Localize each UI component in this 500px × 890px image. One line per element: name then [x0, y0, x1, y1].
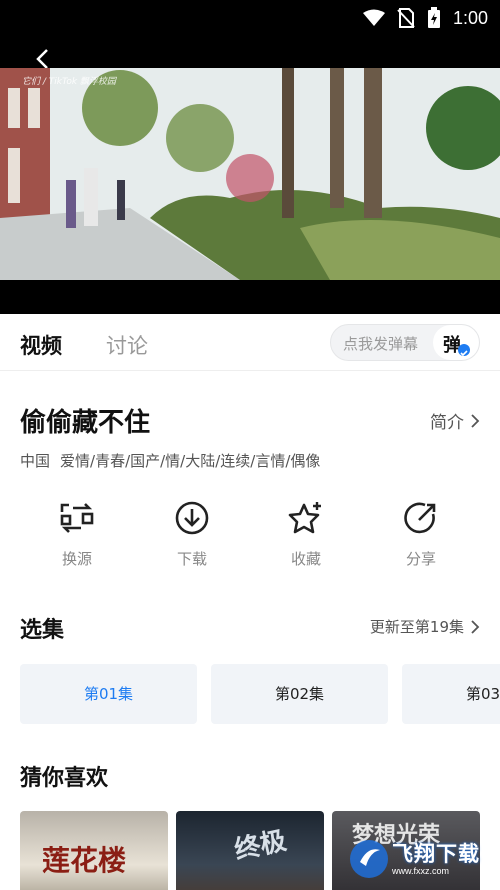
battery-charging-icon	[427, 7, 440, 28]
download-icon	[175, 501, 209, 535]
share-button[interactable]: 分享	[376, 500, 466, 569]
share-label: 分享	[405, 550, 436, 568]
chevron-right-icon	[471, 619, 480, 634]
favorite-label: 收藏	[290, 550, 321, 568]
show-tags: 中国 爱情/青春/国产/情/大陆/连续/言情/偶像	[20, 450, 320, 471]
watermark-url: www.fxxz.com	[392, 866, 450, 876]
chevron-right-icon	[471, 413, 480, 428]
tab-video[interactable]: 视频	[20, 330, 62, 360]
video-scene	[0, 68, 500, 280]
intro-link-label: 简介	[430, 413, 464, 433]
tab-bar: 视频 讨论 点我发弹幕 弹	[0, 314, 500, 371]
switch-source-button[interactable]: 换源	[32, 500, 122, 569]
switch-source-icon	[60, 503, 94, 533]
show-title: 偷偷藏不住	[20, 408, 151, 438]
no-sim-icon	[397, 8, 415, 28]
watermark-text: 飞翔下载	[392, 842, 480, 866]
switch-source-label: 换源	[61, 550, 92, 568]
watermark: 飞翔下载 www.fxxz.com	[348, 836, 493, 884]
danmaku-toggle-button[interactable]: 弹	[433, 325, 479, 360]
tab-discuss[interactable]: 讨论	[106, 330, 148, 360]
download-button[interactable]: 下载	[147, 500, 237, 569]
show-genres: 爱情/青春/国产/情/大陆/连续/言情/偶像	[60, 452, 321, 470]
episode-item[interactable]: 第01集	[20, 664, 197, 724]
action-bar: 换源 下载 收藏 分享	[0, 500, 500, 580]
status-time: 1:00	[452, 7, 488, 28]
download-label: 下载	[176, 550, 207, 568]
share-icon	[404, 502, 436, 534]
video-frame: 它们 / TikTok 飘浮校园	[0, 68, 500, 280]
watermark-logo-icon	[350, 840, 388, 878]
favorite-button[interactable]: 收藏	[261, 500, 351, 569]
status-bar: 1:00	[0, 0, 500, 36]
episode-list: 第01集 第02集 第03集	[20, 664, 500, 724]
poster-title: 终极	[231, 825, 290, 867]
recommend-poster[interactable]: 终极	[176, 811, 324, 890]
check-icon	[458, 344, 470, 357]
poster-title: 莲花楼	[42, 844, 127, 877]
recommend-heading: 猜你喜欢	[20, 766, 109, 791]
episode-item[interactable]: 第02集	[211, 664, 388, 724]
episodes-heading: 选集	[20, 618, 65, 643]
danmaku-placeholder: 点我发弹幕	[343, 335, 419, 353]
episodes-update-label: 更新至第19集	[369, 618, 464, 636]
wifi-icon	[362, 9, 385, 26]
subtitle-overlay: 它们 / TikTok 飘浮校园	[22, 77, 116, 87]
episodes-update-link[interactable]: 更新至第19集	[370, 616, 480, 637]
star-add-icon	[288, 502, 321, 534]
intro-link[interactable]: 简介	[430, 408, 480, 433]
recommend-poster[interactable]: 莲花楼	[20, 811, 168, 890]
danmaku-input[interactable]: 点我发弹幕 弹	[330, 324, 480, 361]
video-player[interactable]: 它们 / TikTok 飘浮校园	[0, 36, 500, 314]
episode-item[interactable]: 第03集	[402, 664, 500, 724]
show-region: 中国	[20, 452, 51, 470]
